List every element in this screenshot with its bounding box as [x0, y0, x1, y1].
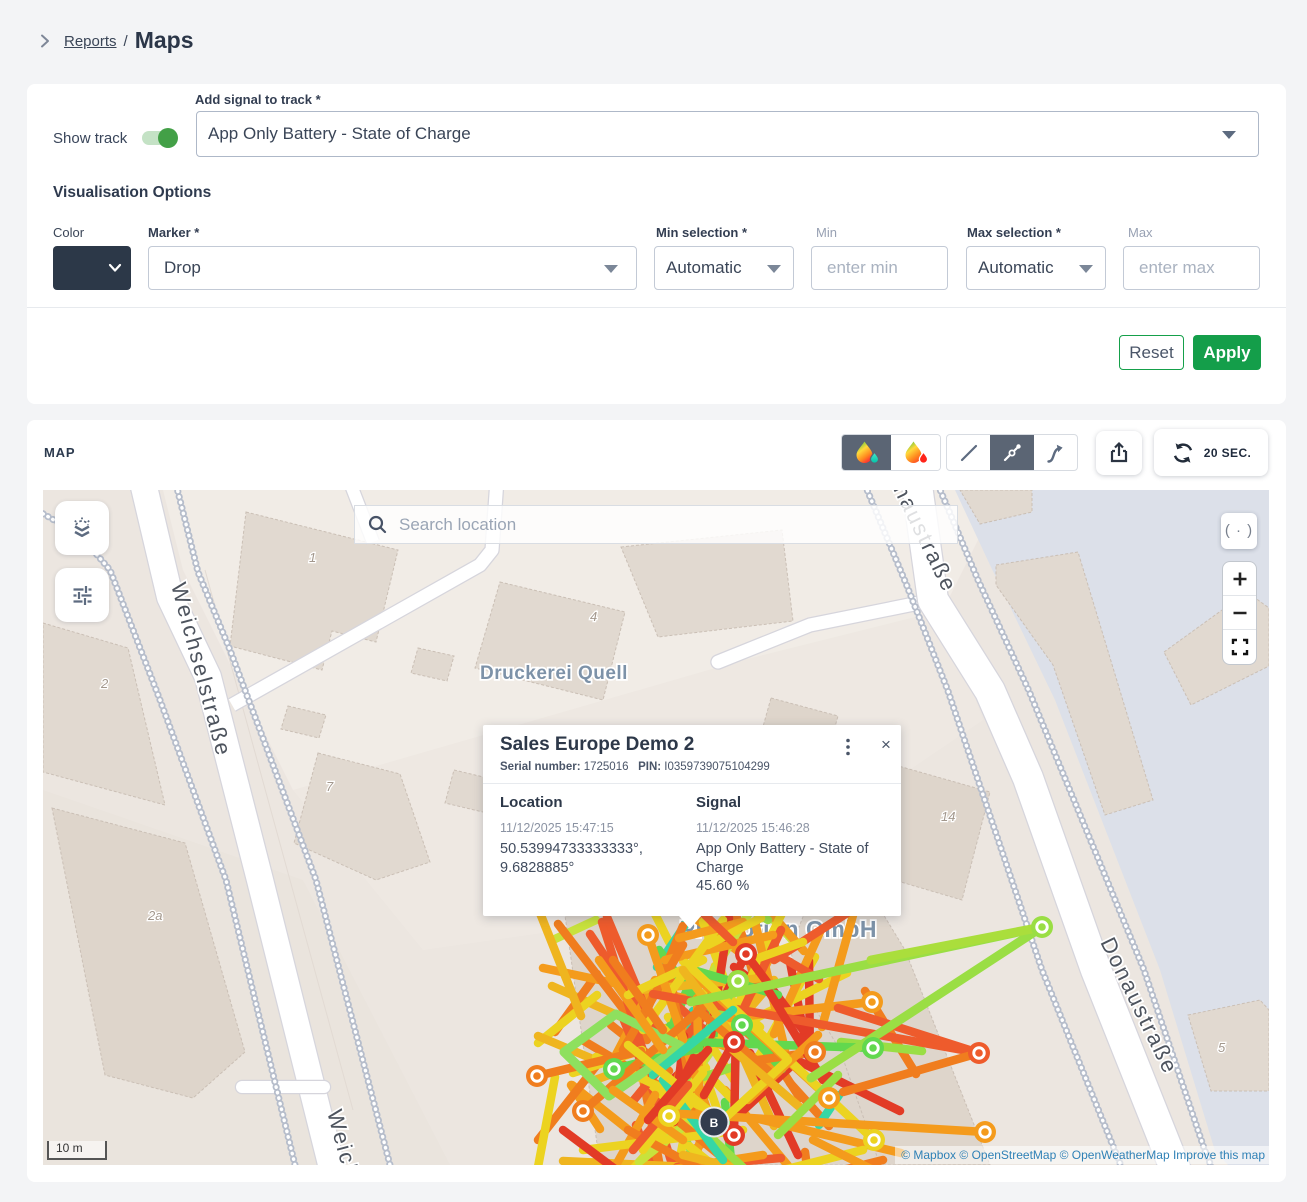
- svg-text:2: 2: [100, 676, 109, 691]
- svg-text:7: 7: [326, 779, 334, 794]
- svg-text:14: 14: [941, 809, 955, 824]
- svg-text:B: B: [710, 1116, 719, 1130]
- svg-text:1: 1: [309, 550, 316, 565]
- svg-text:4: 4: [590, 609, 597, 624]
- svg-text:5: 5: [1218, 1040, 1226, 1055]
- svg-text:2a: 2a: [147, 908, 162, 923]
- svg-text:Druckerei Quell: Druckerei Quell: [480, 663, 628, 684]
